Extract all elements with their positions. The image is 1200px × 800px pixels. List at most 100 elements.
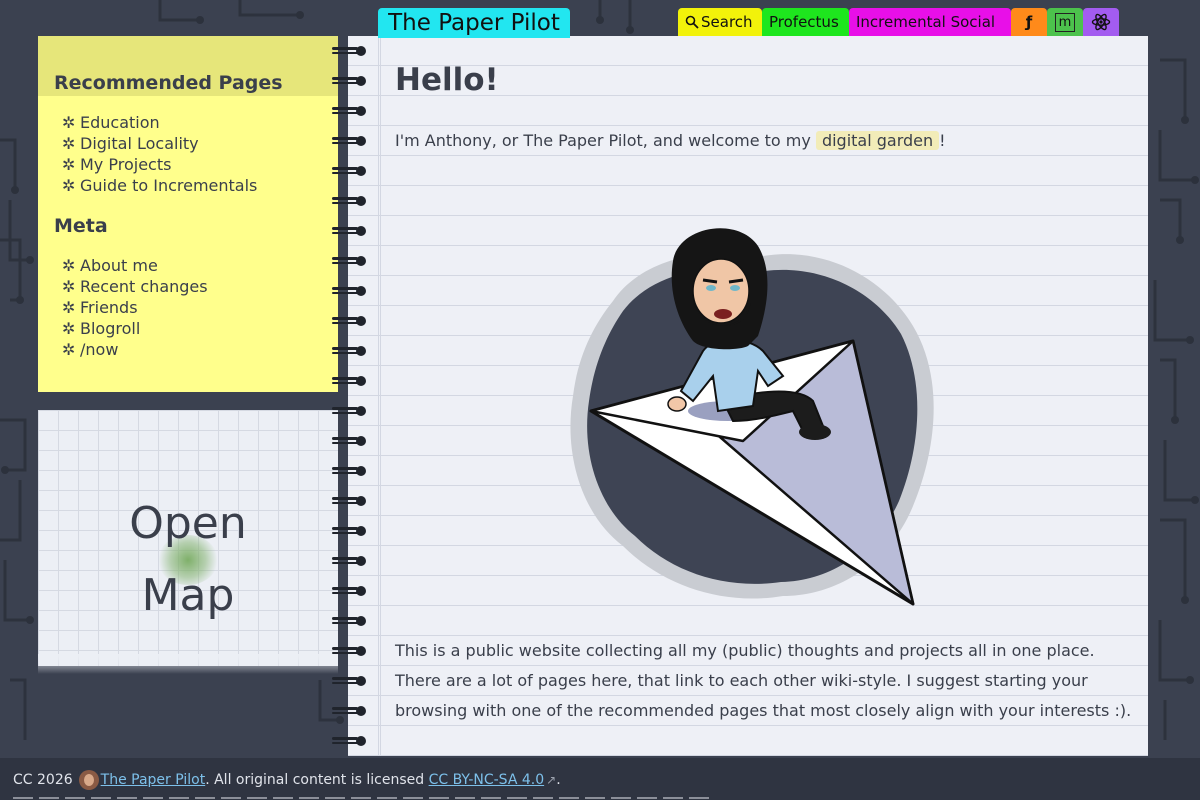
- intro-text: I'm Anthony, or The Paper Pilot, and wel…: [395, 131, 811, 150]
- atom-icon: [1091, 13, 1111, 31]
- meta-heading: Meta: [54, 215, 108, 237]
- spiral-ring: [332, 736, 370, 746]
- character-shoe: [799, 424, 831, 440]
- meta-item-blogroll[interactable]: ✲ Blogroll: [62, 318, 208, 339]
- incremental-social-tab-label: Incremental Social: [856, 13, 996, 31]
- spiral-ring: [332, 406, 370, 416]
- spiral-ring: [332, 646, 370, 656]
- list-item-label: My Projects: [80, 155, 172, 174]
- spiral-ring: [332, 466, 370, 476]
- list-item-label: Education: [80, 113, 160, 132]
- list-item-label: Guide to Incrementals: [80, 176, 258, 195]
- open-map-label-line2: Map: [141, 570, 235, 621]
- bullet-icon: ✲: [62, 319, 76, 338]
- atom-tab[interactable]: [1083, 8, 1119, 36]
- bullet-icon: ✲: [62, 256, 76, 275]
- intro-body: This is a public website collecting all …: [395, 636, 1131, 726]
- spiral-ring: [332, 586, 370, 596]
- search-tab[interactable]: Search: [678, 8, 762, 36]
- matrix-tab[interactable]: m: [1047, 8, 1083, 36]
- meta-item-about-me[interactable]: ✲ About me: [62, 255, 208, 276]
- meta-item-recent-changes[interactable]: ✲ Recent changes: [62, 276, 208, 297]
- footer-license-text: . All original content is licensed: [205, 772, 425, 788]
- spiral-ring: [332, 106, 370, 116]
- intro-paragraph: I'm Anthony, or The Paper Pilot, and wel…: [395, 130, 946, 152]
- author-avatar: [78, 770, 99, 790]
- spiral-ring: [332, 706, 370, 716]
- page-title: Hello!: [395, 62, 499, 98]
- spiral-ring: [332, 676, 370, 686]
- meta-item-now[interactable]: ✲/now: [62, 339, 208, 360]
- spiral-ring: [332, 526, 370, 536]
- recommended-item-education[interactable]: ✲ Education: [62, 112, 257, 133]
- character-mouth: [714, 309, 732, 319]
- external-link-icon: ↗: [546, 773, 557, 787]
- footer-license-line: CC 2026 The Paper Pilot . All original c…: [13, 770, 561, 790]
- character-hand: [667, 396, 687, 412]
- bullet-icon: ✲: [62, 298, 76, 317]
- bullet-icon: ✲: [62, 134, 76, 153]
- body-line-1: This is a public website collecting all …: [395, 641, 1095, 660]
- site-title-link[interactable]: The Paper Pilot: [378, 8, 570, 38]
- footer-license-link[interactable]: CC BY-NC-SA 4.0: [429, 772, 545, 788]
- bullet-icon: ✲: [62, 113, 76, 132]
- spiral-ring: [332, 166, 370, 176]
- spiral-ring: [332, 76, 370, 86]
- incremental-social-tab[interactable]: Incremental Social: [849, 8, 1011, 36]
- meta-list: ✲ About me ✲ Recent changes ✲ Friends ✲ Blog…: [62, 255, 208, 360]
- list-item-label: Friends: [80, 298, 138, 317]
- list-item-label: Blogroll: [80, 319, 141, 338]
- spiral-ring: [332, 286, 370, 296]
- spiral-ring: [332, 436, 370, 446]
- notebook-page: Hello! I'm Anthony, or The Paper Pilot, …: [348, 36, 1148, 756]
- list-item-label: Digital Locality: [80, 134, 199, 153]
- open-map-button[interactable]: Open Map: [38, 410, 338, 674]
- site-footer: CC 2026 The Paper Pilot . All original c…: [0, 758, 1200, 800]
- spiral-ring: [332, 376, 370, 386]
- recommended-sticky-note: Recommended Pages ✲ Education ✲ Digital Lo…: [38, 36, 338, 392]
- open-map-label-line1: Open: [129, 498, 247, 549]
- spiral-ring: [332, 556, 370, 566]
- spiral-ring: [332, 46, 370, 56]
- search-icon: [685, 15, 699, 29]
- recommended-item-guide-to-incrementals[interactable]: ✲ Guide to Incrementals: [62, 175, 257, 196]
- profectus-tab-label: Profectus: [769, 13, 839, 31]
- footer-suffix: .: [556, 772, 561, 788]
- recommended-pages-heading: Recommended Pages: [54, 72, 283, 94]
- profectus-tab[interactable]: Profectus: [762, 8, 849, 36]
- bullet-icon: ✲: [62, 277, 76, 296]
- recommended-list: ✲ Education ✲ Digital Locality ✲ My Project…: [62, 112, 257, 196]
- bullet-icon: ✲: [62, 155, 76, 174]
- list-item-label: Recent changes: [80, 277, 208, 296]
- character-eye-right: [730, 285, 740, 291]
- recommended-item-digital-locality[interactable]: ✲ Digital Locality: [62, 133, 257, 154]
- spiral-ring: [332, 346, 370, 356]
- page-margin-line: [378, 36, 381, 756]
- spiral-ring: [332, 196, 370, 206]
- body-line-3: browsing with one of the recommended pag…: [395, 701, 1132, 720]
- footer-author-link[interactable]: The Paper Pilot: [101, 772, 206, 788]
- meta-item-friends[interactable]: ✲ Friends: [62, 297, 208, 318]
- list-item-label: /now: [80, 340, 119, 359]
- bullet-icon: ✲: [62, 340, 76, 359]
- spiral-ring: [332, 316, 370, 326]
- footer-copyright: CC 2026: [13, 772, 73, 788]
- intro-end: !: [939, 131, 946, 150]
- map-torn-edge: [38, 654, 338, 674]
- search-tab-label: Search: [701, 13, 753, 31]
- list-item-label: About me: [80, 256, 158, 275]
- top-nav: Search Profectus Incremental Social ƒ m: [678, 8, 1119, 36]
- spiral-ring: [332, 616, 370, 626]
- spiral-ring: [332, 496, 370, 506]
- spiral-ring: [332, 136, 370, 146]
- character-eye-left: [706, 285, 716, 291]
- digital-garden-link[interactable]: digital garden: [815, 131, 940, 150]
- f-icon: ƒ: [1025, 13, 1033, 31]
- body-line-2: There are a lot of pages here, that link…: [395, 671, 1088, 690]
- spiral-ring: [332, 256, 370, 266]
- bullet-icon: ✲: [62, 176, 76, 195]
- recommended-item-my-projects[interactable]: ✲ My Projects: [62, 154, 257, 175]
- footer-second-line-clipped: [13, 794, 713, 800]
- matrix-icon: m: [1054, 12, 1076, 32]
- f-icon-tab[interactable]: ƒ: [1011, 8, 1047, 36]
